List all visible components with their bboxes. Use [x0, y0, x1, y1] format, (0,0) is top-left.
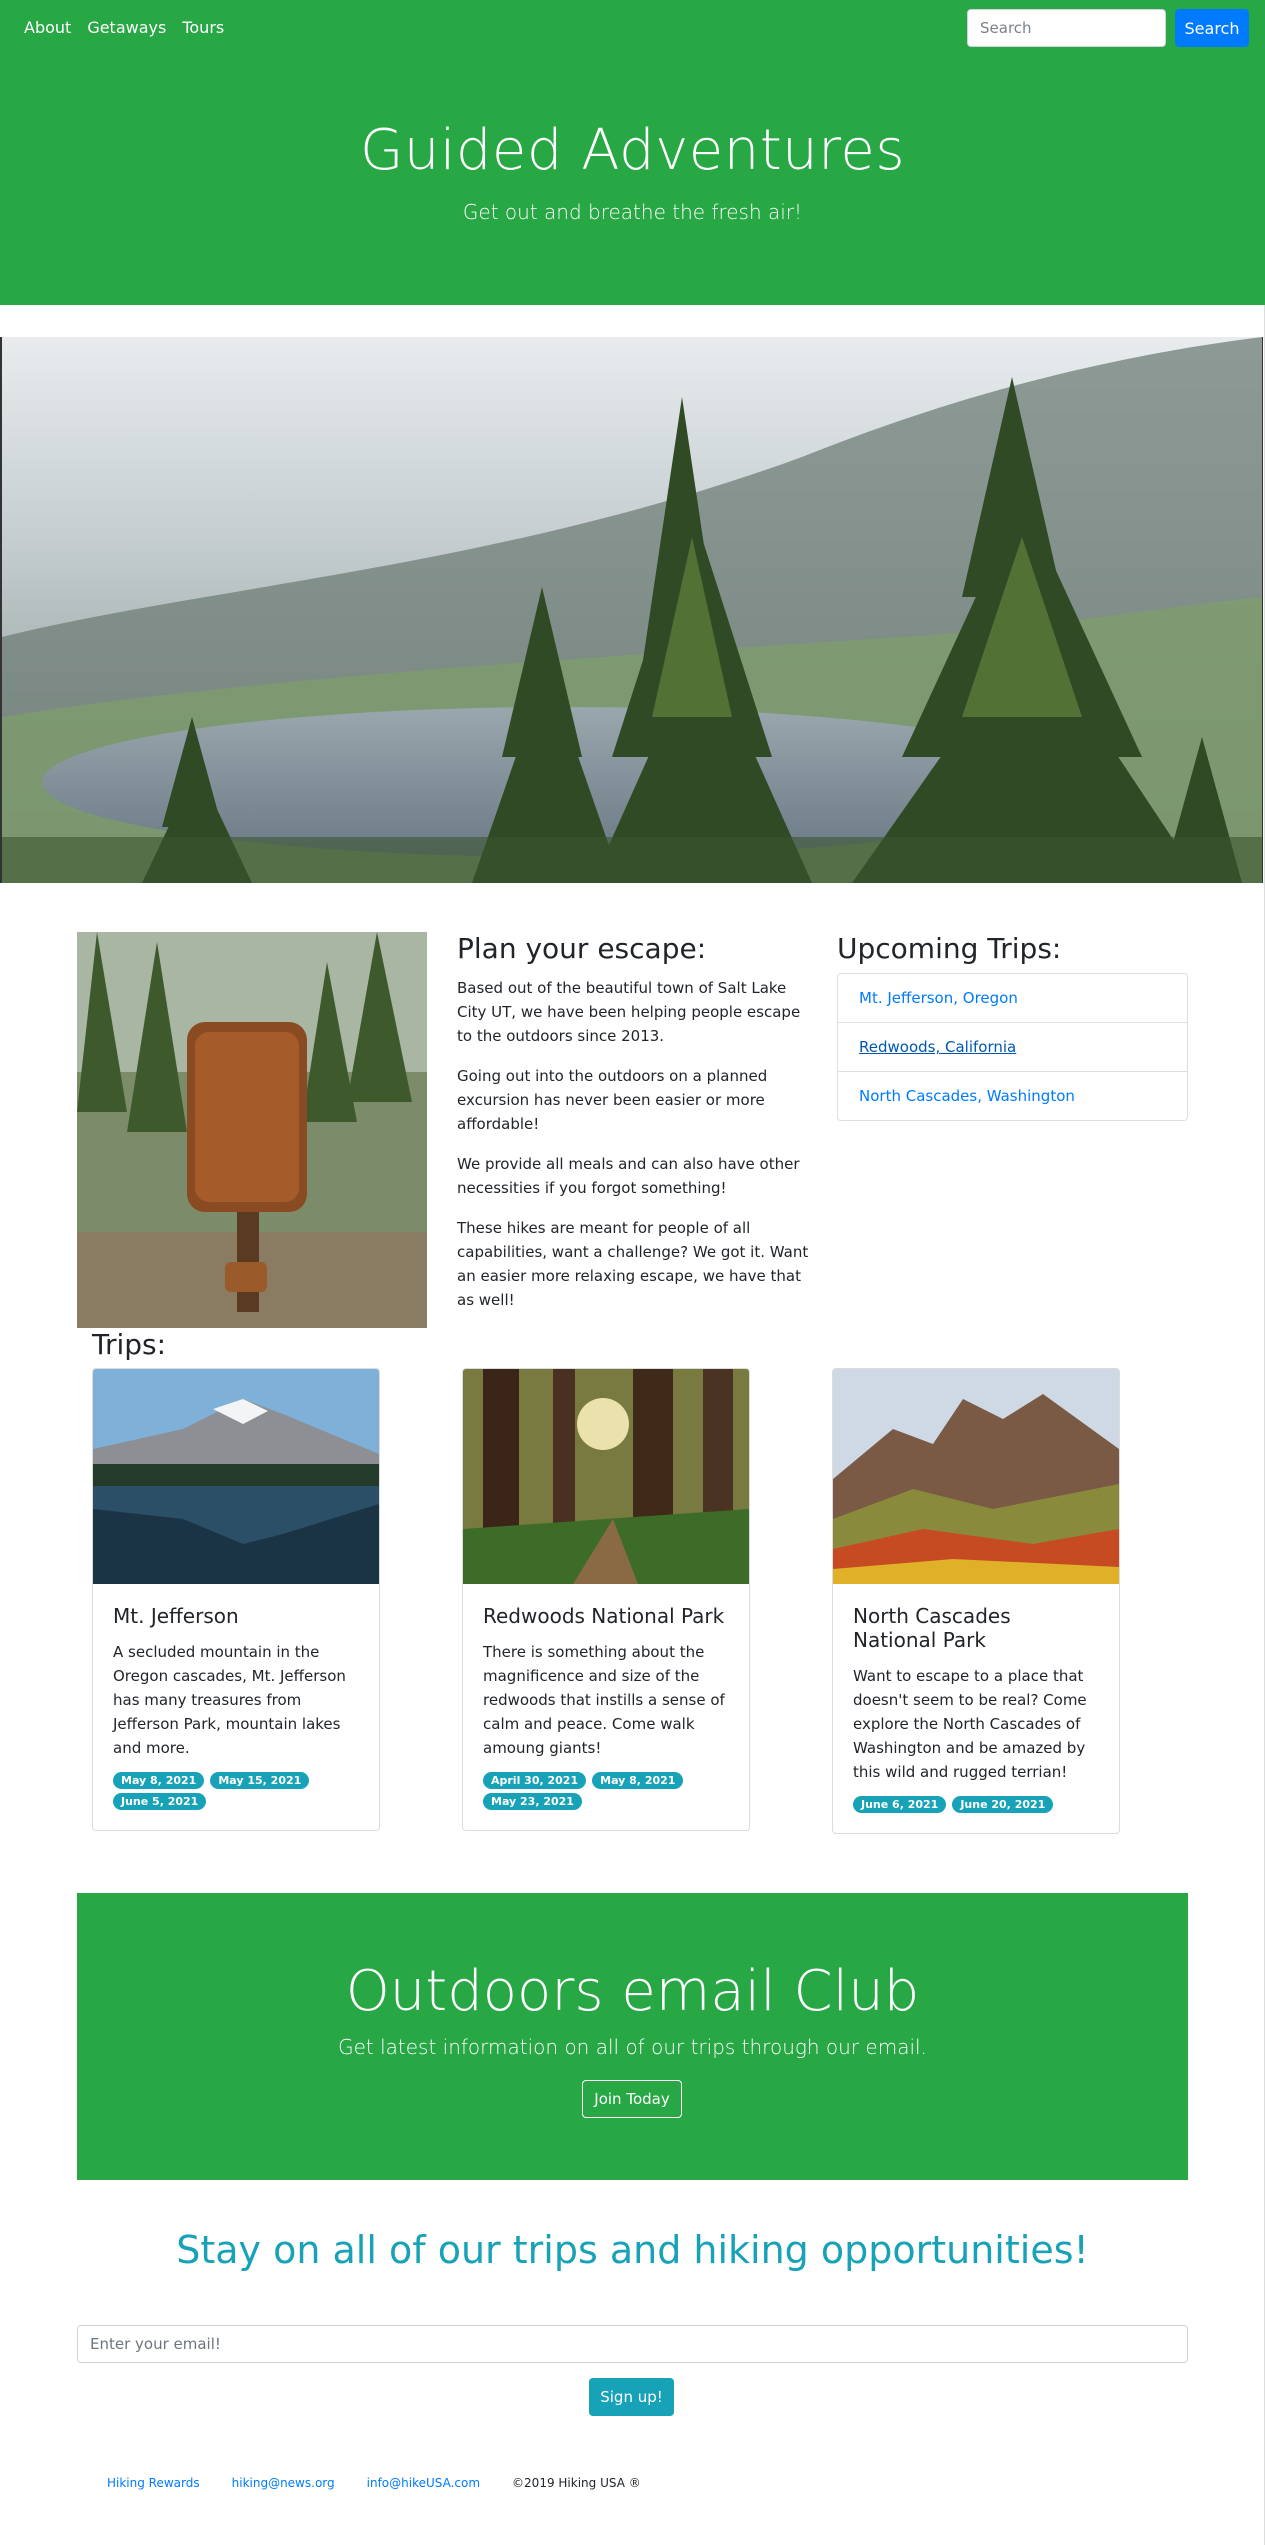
- email-field[interactable]: [77, 2325, 1188, 2363]
- footer-link-hiking-rewards[interactable]: Hiking Rewards: [107, 2476, 200, 2490]
- date-badge: April 30, 2021: [483, 1772, 587, 1789]
- sign-up-button[interactable]: Sign up!: [589, 2378, 674, 2416]
- upcoming-title: Upcoming Trips:: [837, 932, 1062, 965]
- nav-link-tours[interactable]: Tours: [182, 18, 224, 37]
- plan-paragraph: Going out into the outdoors on a planned…: [457, 1067, 768, 1133]
- card-body: Redwoods National Park There is somethin…: [463, 1584, 749, 1830]
- join-today-button[interactable]: Join Today: [582, 2080, 682, 2118]
- nav-links: About Getaways Tours: [24, 18, 240, 37]
- date-badge: June 6, 2021: [853, 1796, 947, 1813]
- footer-link-info-email[interactable]: info@hikeUSA.com: [367, 2476, 480, 2490]
- mt-jefferson-photo: [93, 1369, 379, 1584]
- plan-paragraph: We provide all meals and can also have o…: [457, 1155, 800, 1197]
- card-title: North Cascades National Park: [853, 1604, 1011, 1652]
- trip-card: Mt. Jefferson A secluded mountain in the…: [92, 1368, 380, 1831]
- card-text: There is something about the magnificenc…: [483, 1643, 725, 1757]
- nav-link-about[interactable]: About: [24, 18, 71, 37]
- forest-lake-photo: [2, 337, 1262, 883]
- date-badge: May 15, 2021: [210, 1772, 310, 1789]
- date-badge: June 20, 2021: [952, 1796, 1054, 1813]
- upcoming-trip-link[interactable]: North Cascades, Washington: [838, 1072, 1187, 1120]
- trip-card: North Cascades National Park Want to esc…: [832, 1368, 1120, 1834]
- banner-image: [0, 337, 1263, 883]
- email-club-jumbotron: Outdoors email Club Get latest informati…: [77, 1893, 1188, 2180]
- signup-title: Stay on all of our trips and hiking oppo…: [176, 2228, 1089, 2272]
- trip-card: Redwoods National Park There is somethin…: [462, 1368, 750, 1831]
- card-text: Want to escape to a place that doesn't s…: [853, 1667, 1087, 1781]
- wilderness-sign-image: [77, 932, 427, 1328]
- nav-link-getaways[interactable]: Getaways: [87, 18, 166, 37]
- hero-title: Guided Adventures: [359, 118, 906, 183]
- card-body: Mt. Jefferson A secluded mountain in the…: [93, 1584, 379, 1830]
- plan-title: Plan your escape:: [457, 932, 707, 965]
- card-title: Mt. Jefferson: [113, 1604, 239, 1628]
- card-body: North Cascades National Park Want to esc…: [833, 1584, 1119, 1833]
- date-badges: June 6, 2021 June 20, 2021: [853, 1796, 1083, 1813]
- club-subtitle: Get latest information on all of our tri…: [338, 2035, 927, 2059]
- search-button[interactable]: Search: [1175, 9, 1249, 47]
- copyright-text: ©2019 Hiking USA ®: [512, 2476, 641, 2490]
- upcoming-trip-link[interactable]: Mt. Jefferson, Oregon: [838, 974, 1187, 1023]
- card-title: Redwoods National Park: [483, 1604, 725, 1628]
- wilderness-sign-photo: [77, 932, 427, 1328]
- plan-paragraph: These hikes are meant for people of all …: [457, 1219, 809, 1309]
- date-badge: May 8, 2021: [592, 1772, 684, 1789]
- date-badge: May 23, 2021: [483, 1793, 582, 1810]
- card-text: A secluded mountain in the Oregon cascad…: [113, 1643, 346, 1757]
- club-title: Outdoors email Club: [345, 1959, 920, 2024]
- plan-paragraphs: Based out of the beautiful town of Salt …: [457, 976, 809, 1328]
- north-cascades-photo: [833, 1369, 1119, 1584]
- redwoods-photo: [463, 1369, 749, 1584]
- trips-title: Trips:: [92, 1328, 167, 1361]
- upcoming-trips-list: Mt. Jefferson, Oregon Redwoods, Californ…: [837, 973, 1188, 1121]
- footer-link-news-email[interactable]: hiking@news.org: [232, 2476, 335, 2490]
- date-badge: June 5, 2021: [113, 1793, 207, 1810]
- footer: Hiking Rewards hiking@news.org info@hike…: [107, 2476, 641, 2490]
- plan-paragraph: Based out of the beautiful town of Salt …: [457, 979, 801, 1045]
- date-badges: May 8, 2021 May 15, 2021 June 5, 2021: [113, 1772, 343, 1810]
- date-badges: April 30, 2021 May 8, 2021 May 23, 2021: [483, 1772, 713, 1810]
- date-badge: May 8, 2021: [113, 1772, 205, 1789]
- search-input[interactable]: [967, 9, 1166, 47]
- hero-subtitle: Get out and breathe the fresh air!: [462, 200, 803, 224]
- upcoming-trip-link[interactable]: Redwoods, California: [838, 1023, 1187, 1072]
- navbar: About Getaways Tours Search: [0, 0, 1265, 56]
